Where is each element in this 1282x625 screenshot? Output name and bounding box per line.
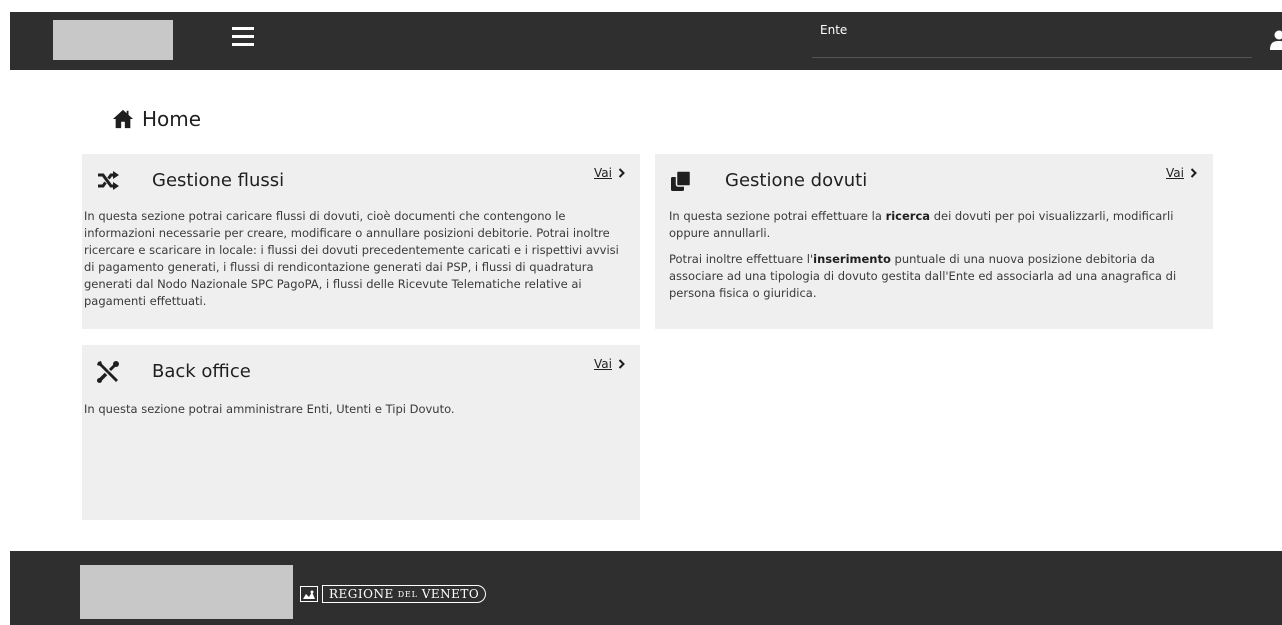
card-paragraph: In questa sezione potrai caricare flussi…	[84, 209, 619, 308]
vai-link-label: Vai	[1166, 166, 1184, 180]
vai-link-label: Vai	[594, 357, 612, 371]
card-paragraph: In questa sezione potrai effettuare la r…	[669, 209, 1174, 240]
page-title: Home	[112, 106, 201, 132]
chevron-right-icon	[618, 168, 625, 178]
vai-link[interactable]: Vai	[594, 166, 626, 180]
card-back-office: Back office Vai In questa sezione potrai…	[82, 345, 640, 520]
tools-icon	[97, 361, 119, 383]
regione-veneto-logo: REGIONE DEL VENETO	[300, 584, 487, 604]
card-gestione-flussi: Gestione flussi Vai In questa sezione po…	[82, 154, 640, 329]
card-title: Back office	[152, 361, 251, 382]
vai-link-label: Vai	[594, 166, 612, 180]
card-title: Gestione flussi	[152, 170, 285, 191]
vai-link[interactable]: Vai	[594, 357, 626, 371]
regione-veneto-wordmark: REGIONE DEL VENETO	[322, 585, 487, 603]
chevron-right-icon	[1190, 168, 1197, 178]
card-description: In questa sezione potrai caricare flussi…	[84, 208, 632, 319]
page-title-text: Home	[142, 107, 202, 131]
ente-label: Ente	[820, 23, 848, 37]
card-paragraph: In questa sezione potrai amministrare En…	[84, 402, 455, 416]
card-gestione-dovuti: Gestione dovuti Vai In questa sezione po…	[655, 154, 1213, 329]
ente-select[interactable]: Ente	[812, 12, 1252, 58]
user-icon[interactable]	[1269, 30, 1282, 50]
shuffle-icon	[98, 171, 119, 190]
app-logo[interactable]	[53, 20, 173, 60]
card-paragraph: Potrai inoltre effettuare l'inserimento …	[669, 252, 1177, 300]
card-description: In questa sezione potrai effettuare la r…	[669, 208, 1199, 311]
top-header: Ente	[10, 12, 1282, 70]
regione-emblem-icon	[300, 586, 318, 602]
vai-link[interactable]: Vai	[1166, 166, 1198, 180]
chevron-right-icon	[618, 359, 625, 369]
home-icon	[112, 109, 134, 129]
hamburger-icon[interactable]	[232, 27, 254, 47]
footer-logo	[80, 565, 293, 619]
card-title: Gestione dovuti	[725, 170, 868, 191]
footer: REGIONE DEL VENETO	[10, 551, 1282, 625]
card-description: In questa sezione potrai amministrare En…	[84, 401, 632, 427]
clone-icon	[671, 170, 692, 191]
